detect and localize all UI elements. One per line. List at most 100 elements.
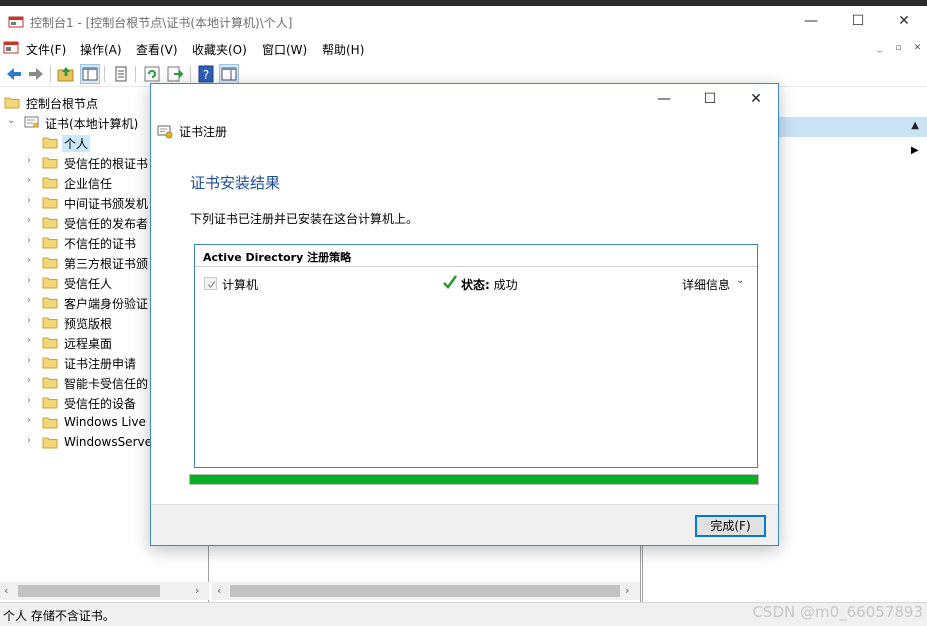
folder-icon bbox=[42, 415, 58, 429]
chevron-right-icon[interactable]: › bbox=[27, 335, 37, 346]
properties-icon[interactable] bbox=[111, 64, 131, 84]
chevron-right-icon[interactable]: › bbox=[27, 315, 37, 326]
child-close-button[interactable]: ✕ bbox=[910, 42, 925, 56]
finish-button[interactable]: 完成(F) bbox=[695, 515, 766, 537]
minimize-button[interactable]: — bbox=[788, 6, 834, 37]
menu-bar: 文件(F) 操作(A) 查看(V) 收藏夹(O) 窗口(W) 帮助(H) _ ▫… bbox=[0, 37, 927, 61]
chevron-down-icon[interactable]: ⌄ bbox=[7, 115, 17, 126]
menu-action[interactable]: 操作(A) bbox=[80, 41, 122, 58]
page-title: 证书安装结果 bbox=[190, 174, 281, 192]
show-hide-tree-icon[interactable] bbox=[80, 64, 100, 84]
chevron-right-icon[interactable]: › bbox=[27, 295, 37, 306]
back-icon[interactable] bbox=[4, 64, 24, 84]
toolbar-separator bbox=[50, 66, 51, 82]
details-link[interactable]: 详细信息 bbox=[682, 276, 730, 293]
mmc-app-icon bbox=[8, 15, 24, 29]
chevron-right-icon[interactable]: › bbox=[27, 355, 37, 366]
refresh-icon[interactable] bbox=[142, 64, 162, 84]
scroll-left-icon[interactable]: ‹ bbox=[217, 584, 221, 597]
chevron-right-icon[interactable]: › bbox=[27, 435, 37, 446]
collapse-up-icon[interactable]: ▲ bbox=[911, 120, 919, 131]
scroll-left-icon[interactable]: ‹ bbox=[4, 584, 8, 597]
policy-title: Active Directory 注册策略 bbox=[203, 251, 352, 264]
dialog-minimize-button[interactable]: — bbox=[641, 88, 687, 110]
folder-icon bbox=[4, 95, 20, 109]
tree-root-label: 控制台根节点 bbox=[26, 97, 99, 111]
toolbar-separator bbox=[135, 66, 136, 82]
tree-item-label: 预览版根 bbox=[64, 317, 113, 331]
chevron-right-icon[interactable]: › bbox=[27, 235, 37, 246]
dialog-title-bar: — ☐ ✕ bbox=[151, 84, 778, 114]
folder-icon bbox=[42, 255, 58, 269]
page-description: 下列证书已注册并已安装在这台计算机上。 bbox=[190, 212, 419, 226]
up-folder-icon[interactable] bbox=[56, 64, 76, 84]
menu-help[interactable]: 帮助(H) bbox=[322, 41, 364, 58]
folder-icon bbox=[42, 395, 58, 409]
menu-view[interactable]: 查看(V) bbox=[136, 41, 178, 58]
folder-icon bbox=[42, 275, 58, 289]
tree-item-label: 企业信任 bbox=[64, 177, 113, 191]
tree-cert-store-label: 证书(本地计算机) bbox=[45, 117, 139, 131]
export-list-icon[interactable] bbox=[165, 64, 185, 84]
chevron-right-icon[interactable]: › bbox=[27, 195, 37, 206]
chevron-right-icon[interactable]: › bbox=[27, 415, 37, 426]
success-check-icon bbox=[442, 274, 458, 293]
tree-item-label: 个人 bbox=[62, 135, 91, 152]
scroll-right-icon[interactable]: › bbox=[195, 584, 199, 597]
certificate-enrollment-icon bbox=[157, 123, 173, 139]
chevron-right-icon[interactable]: › bbox=[27, 275, 37, 286]
tree-item-label: Windows Live I bbox=[64, 415, 154, 429]
actions-header[interactable]: ▲ bbox=[776, 117, 927, 137]
tree-item-label: 受信任的设备 bbox=[64, 397, 137, 411]
folder-icon bbox=[42, 195, 58, 209]
tree-item-label: 受信任人 bbox=[64, 277, 113, 291]
folder-icon bbox=[42, 135, 58, 149]
svg-text:?: ? bbox=[203, 68, 209, 82]
close-button[interactable]: ✕ bbox=[881, 6, 927, 37]
menu-window[interactable]: 窗口(W) bbox=[262, 41, 307, 58]
watermark: CSDN @m0_66057893 bbox=[752, 603, 923, 621]
chevron-down-icon[interactable]: ⌄ bbox=[736, 275, 744, 286]
chevron-right-icon[interactable]: › bbox=[27, 175, 37, 186]
status-text-row: 状态: 成功 bbox=[461, 276, 518, 293]
toolbar-separator bbox=[104, 66, 105, 82]
folder-icon bbox=[42, 335, 58, 349]
folder-icon bbox=[42, 295, 58, 309]
menu-file[interactable]: 文件(F) bbox=[26, 41, 66, 58]
dialog-close-button[interactable]: ✕ bbox=[733, 88, 779, 110]
status-text: 个人 存储不含证书。 bbox=[3, 609, 115, 623]
progress-fill bbox=[190, 475, 758, 484]
child-restore-button[interactable]: ▫ bbox=[891, 42, 906, 56]
chevron-right-icon[interactable]: › bbox=[27, 215, 37, 226]
child-minimize-button[interactable]: _ bbox=[872, 42, 887, 56]
tree-item-label: 客户端身份验证 bbox=[64, 297, 149, 311]
chevron-right-icon[interactable]: › bbox=[27, 375, 37, 386]
tree-horizontal-scrollbar[interactable]: ‹ › bbox=[0, 582, 209, 600]
chevron-right-icon[interactable]: › bbox=[27, 155, 37, 166]
forward-icon[interactable] bbox=[26, 64, 46, 84]
expand-right-icon[interactable]: ▶ bbox=[911, 145, 919, 156]
dialog-maximize-button[interactable]: ☐ bbox=[687, 88, 733, 110]
tree-item-label: 不信任的证书 bbox=[64, 237, 137, 251]
policy-header: Active Directory 注册策略 bbox=[195, 245, 757, 267]
folder-icon bbox=[42, 155, 58, 169]
console-icon[interactable] bbox=[3, 41, 19, 55]
tree-item-label: 证书注册申请 bbox=[64, 357, 137, 371]
chevron-right-icon[interactable]: › bbox=[27, 255, 37, 266]
scroll-thumb[interactable] bbox=[18, 585, 160, 597]
certificate-store-icon bbox=[24, 115, 40, 129]
chevron-right-icon[interactable]: › bbox=[27, 395, 37, 406]
window-title: 控制台1 - [控制台根节点\证书(本地计算机)\个人] bbox=[30, 16, 293, 30]
maximize-button[interactable]: ☐ bbox=[835, 6, 881, 37]
results-horizontal-scrollbar[interactable]: ‹ › bbox=[212, 582, 640, 600]
scroll-thumb[interactable] bbox=[230, 585, 620, 597]
scroll-right-icon[interactable]: › bbox=[625, 584, 629, 597]
help-icon[interactable]: ? bbox=[196, 64, 216, 84]
computer-checkbox-label: 计算机 bbox=[222, 278, 259, 292]
action-pane-icon[interactable] bbox=[219, 64, 239, 84]
menu-favorites[interactable]: 收藏夹(O) bbox=[192, 41, 247, 58]
folder-icon bbox=[42, 315, 58, 329]
tree-item-label: 受信任的发布者 bbox=[64, 217, 149, 231]
computer-checkbox[interactable] bbox=[204, 277, 217, 290]
title-bar: 控制台1 - [控制台根节点\证书(本地计算机)\个人] — ☐ ✕ bbox=[0, 6, 927, 37]
